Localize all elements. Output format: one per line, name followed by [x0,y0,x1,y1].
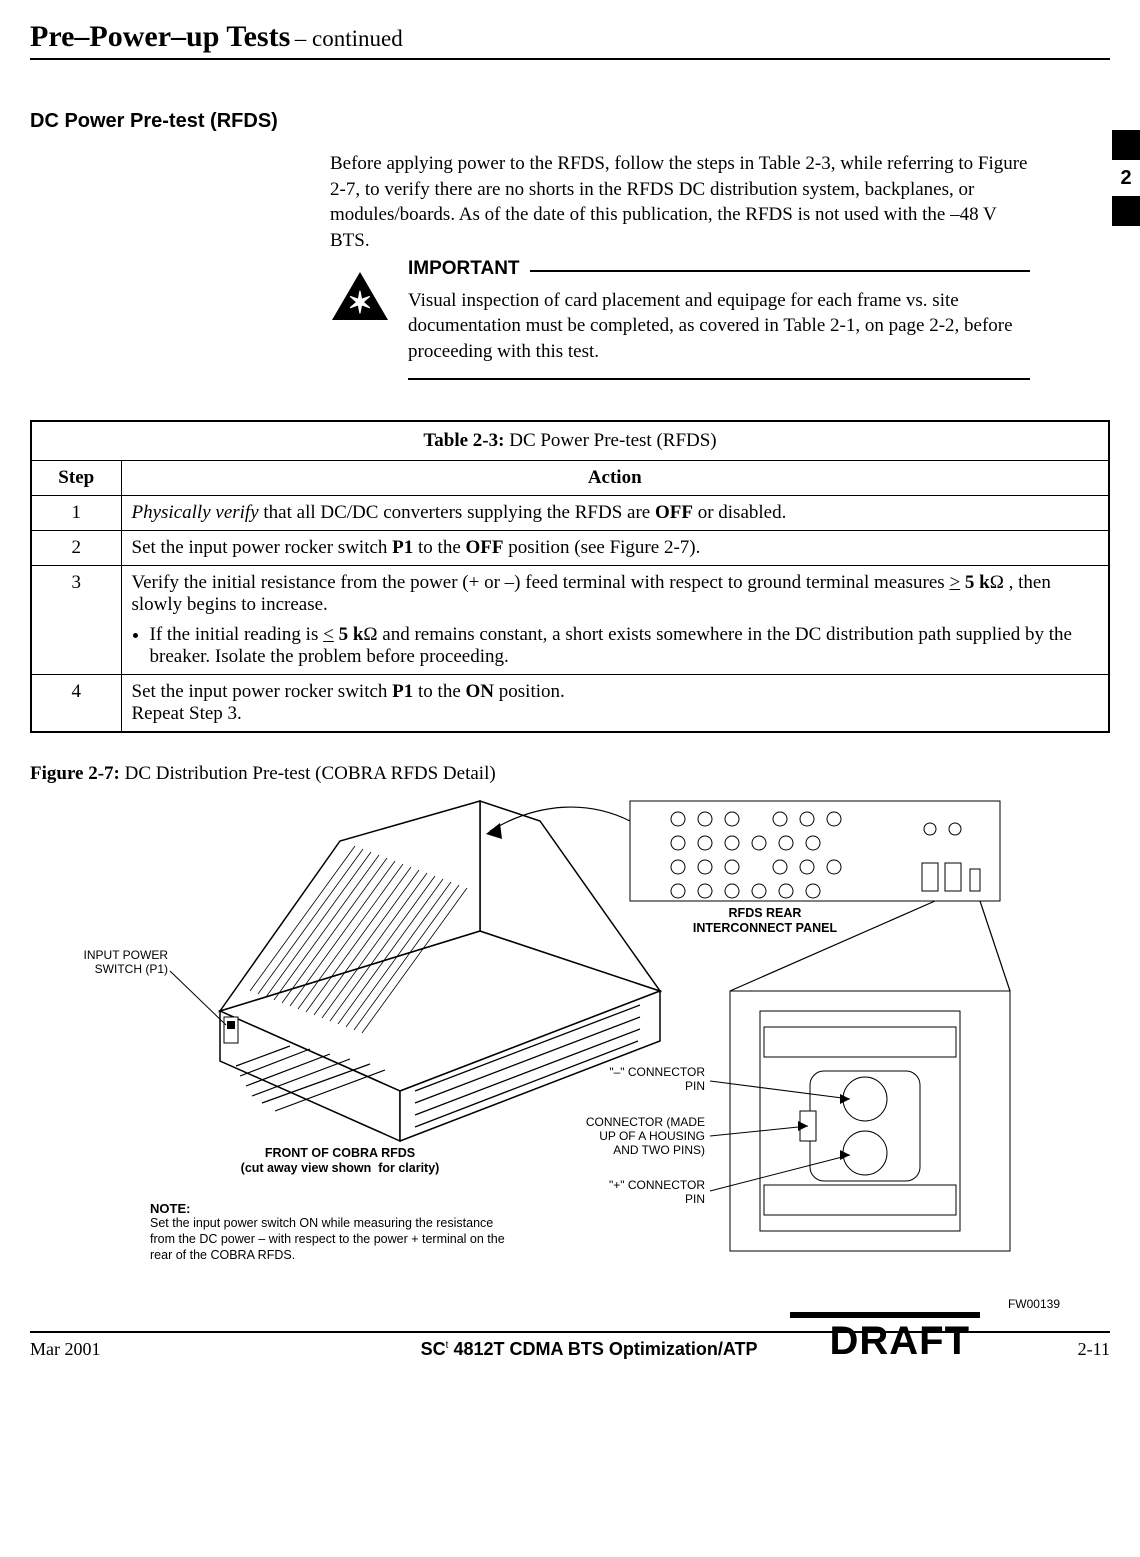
figure-area: INPUT POWER SWITCH (P1) FRONT OF COBRA R… [30,791,1110,1311]
step-num: 2 [31,531,121,566]
col-action-header: Action [121,461,1109,496]
figure-id: FW00139 [1008,1297,1060,1311]
note-body: Set the input power switch ON while meas… [150,1216,520,1263]
footer-sc: SC [421,1339,446,1359]
table-row: 1 Physically verify that all DC/DC conve… [31,496,1109,531]
running-title: Pre–Power–up Tests [30,20,290,53]
svg-text:✶: ✶ [347,287,372,320]
connector-detail-icon [730,991,1010,1251]
figure-note: NOTE: Set the input power switch ON whil… [150,1201,520,1263]
table-row: 2 Set the input power rocker switch P1 t… [31,531,1109,566]
step-action: Set the input power rocker switch P1 to … [121,675,1109,733]
step-num: 1 [31,496,121,531]
rear-panel-label: RFDS REAR INTERCONNECT PANEL [650,906,880,936]
chapter-tab-number: 2 [1112,163,1140,193]
table-caption-text: DC Power Pre-test (RFDS) [504,430,716,451]
tab-block-bottom [1112,196,1140,226]
important-label: IMPORTANT [408,258,530,280]
page-header: Pre–Power–up Tests – continued [30,20,1110,60]
step-action-main: Verify the initial resistance from the p… [132,572,1051,615]
step-bullet: If the initial reading is < 5 kΩ and rem… [150,624,1099,668]
front-cobra-label: FRONT OF COBRA RFDS (cut away view shown… [210,1146,470,1176]
important-text: Visual inspection of card placement and … [408,288,1022,365]
table-row: 3 Verify the initial resistance from the… [31,566,1109,675]
step-num: 3 [31,566,121,675]
procedure-table: Table 2-3: DC Power Pre-test (RFDS) Step… [30,420,1110,733]
footer-page-number: 2-11 [1078,1339,1110,1360]
connector-made-label: CONNECTOR (MADE UP OF A HOUSING AND TWO … [575,1116,705,1157]
input-power-label: INPUT POWER SWITCH (P1) [78,949,168,977]
pos-pin-label: "+" CONNECTOR PIN [585,1179,705,1207]
chapter-tab-stack: 2 [1112,130,1140,229]
step-action: Verify the initial resistance from the p… [121,566,1109,675]
important-content: IMPORTANT Visual inspection of card plac… [408,270,1030,381]
intro-paragraph: Before applying power to the RFDS, follo… [330,151,1030,254]
tab-block-top [1112,130,1140,160]
rear-panel-icon [630,801,1000,901]
table-caption-prefix: Table 2-3: [423,430,504,451]
neg-pin-label: "–" CONNECTOR PIN [585,1066,705,1094]
table-caption: Table 2-3: DC Power Pre-test (RFDS) [31,421,1109,461]
note-heading: NOTE: [150,1201,520,1216]
footer-tm: t [446,1340,449,1351]
running-continued: – continued [295,26,403,51]
draft-watermark: DRAFT [829,1319,970,1364]
important-callout: ✶ IMPORTANT Visual inspection of card pl… [330,270,1030,381]
figure-caption-text: DC Distribution Pre-test (COBRA RFDS Det… [120,763,496,784]
section-heading: DC Power Pre-test (RFDS) [30,110,1110,133]
important-star-icon: ✶ [330,270,390,322]
step-action: Physically verify that all DC/DC convert… [121,496,1109,531]
page-footer: Mar 2001 SCt 4812T CDMA BTS Optimization… [30,1331,1110,1360]
col-step-header: Step [31,461,121,496]
figure-caption-prefix: Figure 2-7: [30,763,120,784]
footer-date: Mar 2001 [30,1339,101,1360]
table-row: 4 Set the input power rocker switch P1 t… [31,675,1109,733]
step-action-extra: Repeat Step 3. [132,703,242,724]
draft-rule [790,1312,980,1318]
figure-caption: Figure 2-7: DC Distribution Pre-test (CO… [30,763,1110,785]
step-action: Set the input power rocker switch P1 to … [121,531,1109,566]
step-action-main: Set the input power rocker switch P1 to … [132,681,565,702]
step-num: 4 [31,675,121,733]
body-column: Before applying power to the RFDS, follo… [330,151,1030,380]
footer-title-text: 4812T CDMA BTS Optimization/ATP [453,1339,757,1359]
